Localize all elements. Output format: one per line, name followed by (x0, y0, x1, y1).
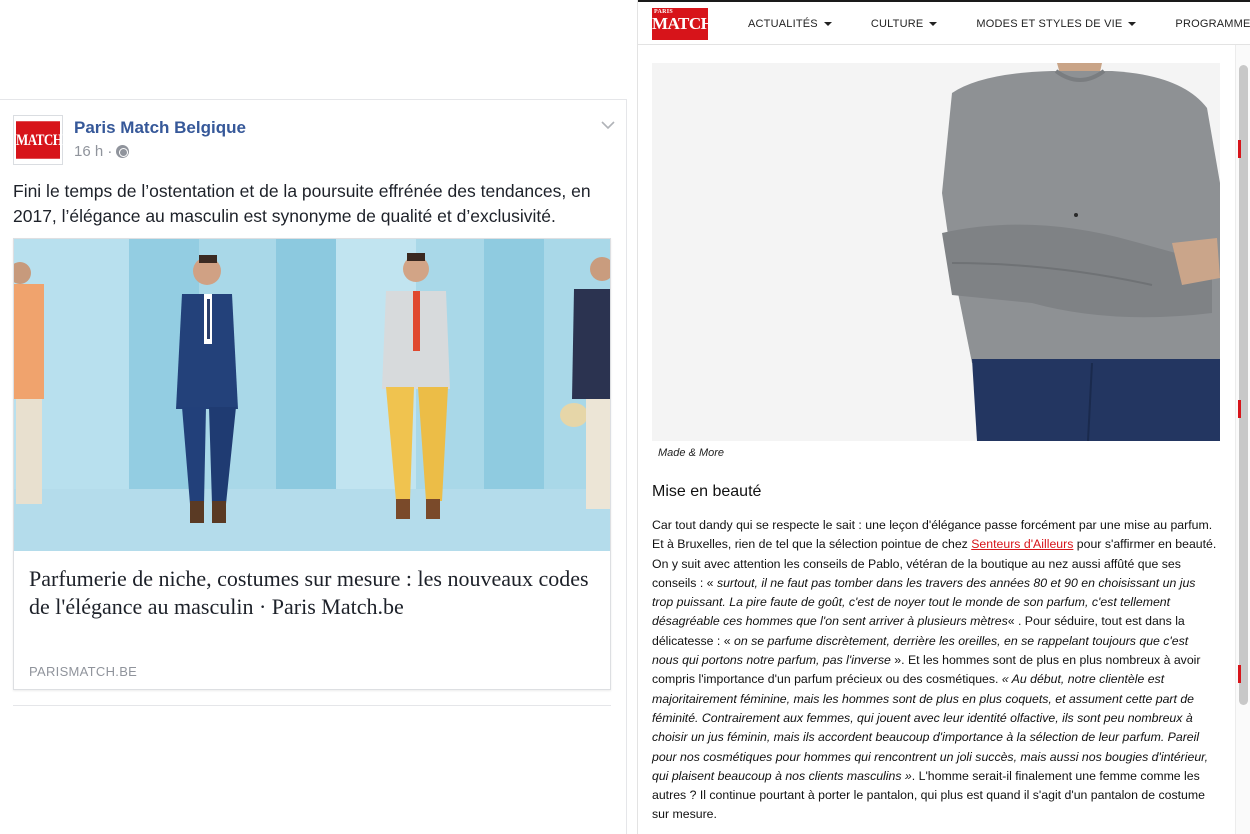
section-heading: Mise en beauté (652, 483, 762, 500)
senteurs-dailleurs-link[interactable]: Senteurs d'Ailleurs (971, 537, 1073, 551)
edge-marker (1238, 400, 1241, 418)
article-photo (652, 63, 1220, 441)
chevron-down-icon[interactable] (598, 115, 618, 135)
article-body: Car tout dandy qui se respecte le sait :… (652, 516, 1217, 825)
logo-text: MATCH (652, 14, 714, 33)
link-preview-title[interactable]: Parfumerie de niche, costumes sur mesure… (29, 565, 589, 621)
scrollbar[interactable] (1235, 45, 1250, 834)
post-text: Fini le temps de l’ostentation et de la … (13, 181, 591, 226)
edge-marker (1238, 140, 1241, 158)
caret-down-icon (1128, 21, 1137, 26)
site-navbar: PARIS MATCH ACTUALITÉS CULTURE MODES ET … (638, 0, 1250, 45)
page-name-link[interactable]: Paris Match Belgique (74, 118, 246, 138)
caret-down-icon (823, 21, 832, 26)
menu-item-modes[interactable]: MODES ET STYLES DE VIE (976, 17, 1137, 30)
link-preview-card[interactable]: Parfumerie de niche, costumes sur mesure… (13, 238, 611, 690)
page-avatar[interactable]: MATCH (13, 115, 63, 165)
menu-item-label: PROGRAMMES TÉLÉ (1175, 17, 1250, 30)
photo-caption: Made & More (658, 447, 725, 459)
article-panel: PARIS MATCH ACTUALITÉS CULTURE MODES ET … (637, 0, 1250, 834)
link-preview-image[interactable] (14, 239, 610, 551)
divider (13, 705, 611, 706)
site-logo[interactable]: PARIS MATCH (652, 8, 714, 40)
menu-item-label: MODES ET STYLES DE VIE (976, 17, 1123, 30)
post-meta: 16 h · (74, 143, 130, 160)
facebook-post-panel: MATCH Paris Match Belgique 16 h · Fini l… (0, 0, 627, 834)
menu-item-programmes-tele[interactable]: PROGRAMMES TÉLÉ (1175, 18, 1250, 30)
paris-match-logo-icon: MATCH (16, 121, 63, 159)
quote-text: « Au début, notre clientèle est majorita… (652, 672, 1209, 783)
post-header: MATCH Paris Match Belgique 16 h · (13, 115, 615, 167)
link-preview-domain: PARISMATCH.BE (29, 664, 138, 679)
main-menu: ACTUALITÉS CULTURE MODES ET STYLES DE VI… (748, 2, 1250, 45)
edge-marker (1238, 665, 1241, 683)
globe-icon (116, 145, 130, 158)
scrollbar-thumb[interactable] (1239, 65, 1248, 705)
divider (626, 99, 627, 834)
caret-down-icon (929, 21, 938, 26)
menu-item-culture[interactable]: CULTURE (871, 18, 938, 30)
logo-small-text: PARIS (654, 9, 674, 15)
divider (0, 99, 626, 100)
menu-item-actualites[interactable]: ACTUALITÉS (748, 18, 832, 30)
menu-item-label: CULTURE (870, 17, 924, 30)
menu-item-label: ACTUALITÉS (748, 17, 818, 30)
post-time[interactable]: 16 h · (74, 143, 112, 160)
